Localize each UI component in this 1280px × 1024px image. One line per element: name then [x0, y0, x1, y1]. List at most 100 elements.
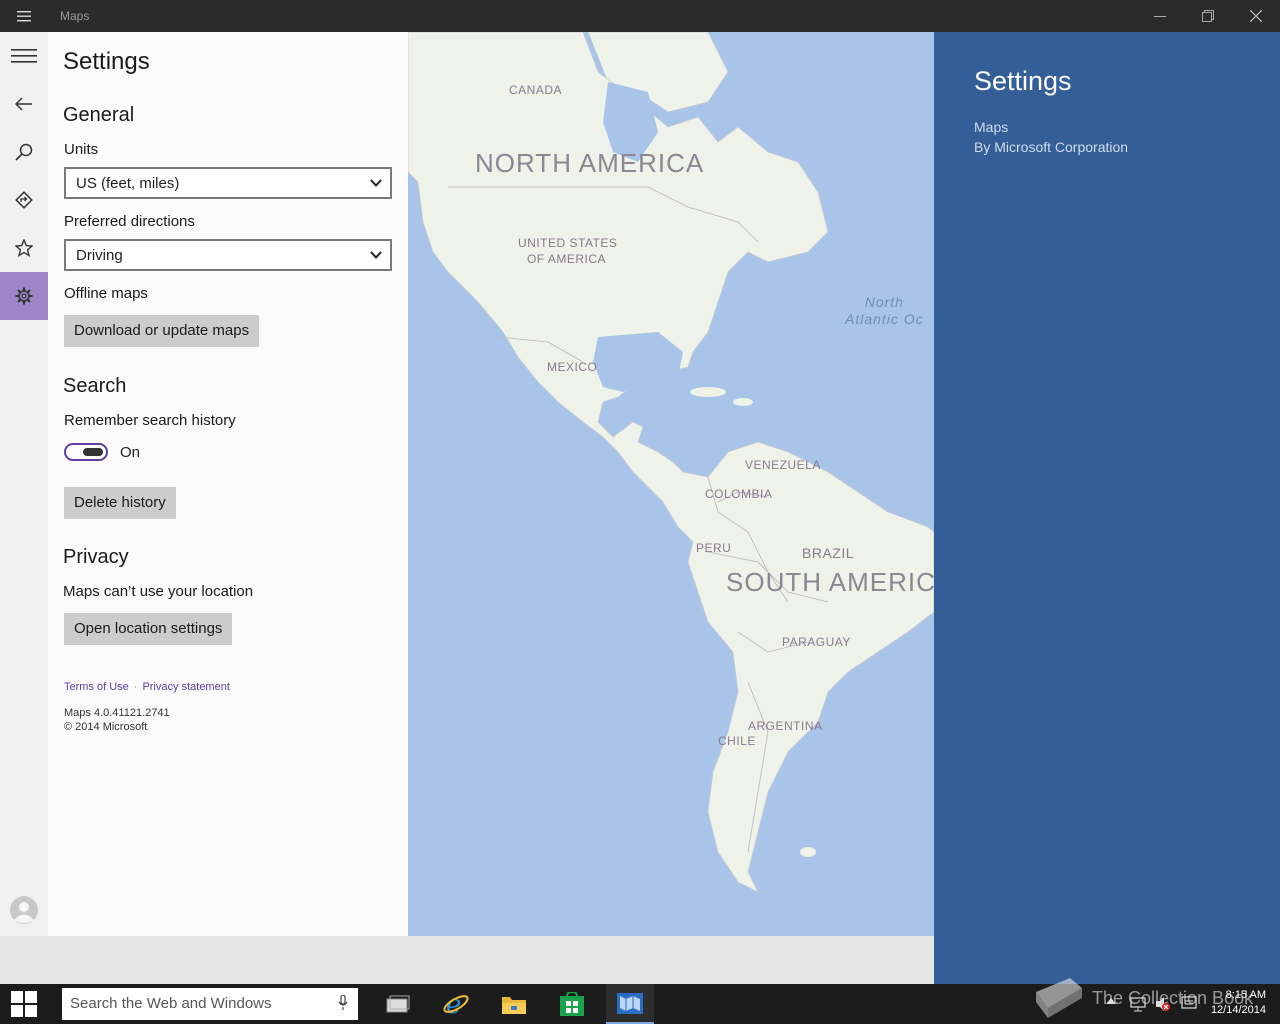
app-bottom-strip — [0, 936, 934, 984]
window-title: Maps — [60, 9, 90, 23]
units-label: Units — [64, 141, 99, 158]
minimize-button[interactable] — [1136, 0, 1184, 32]
copyright-text: © 2014 Microsoft — [64, 721, 148, 733]
terms-of-use-link[interactable]: Terms of Use — [64, 681, 129, 693]
taskbar-ie-button[interactable]: e — [432, 984, 480, 1024]
map-label-brazil: BRAZIL — [802, 545, 855, 561]
version-info: Maps 4.0.41121.2741 © 2014 Microsoft — [64, 706, 170, 734]
nav-rail — [0, 32, 48, 936]
location-status-text: Maps can’t use your location — [63, 583, 254, 600]
privacy-heading: Privacy — [63, 546, 129, 568]
avatar-icon — [10, 896, 38, 924]
taskbar-clock[interactable]: 8:15 AM 12/14/2014 — [1211, 988, 1266, 1018]
search-heading: Search — [63, 375, 127, 397]
clock-date: 12/14/2014 — [1210, 1004, 1266, 1016]
search-placeholder: Search the Web and Windows — [70, 995, 272, 1012]
taskbar: Search the Web and Windows e The Collect… — [0, 978, 1280, 1024]
taskbar-maps-button[interactable] — [606, 984, 654, 1024]
chevron-down-icon — [370, 251, 382, 259]
map-label-usa-line1: UNITED STATES — [518, 236, 618, 250]
map-label-usa-line2: OF AMERICA — [527, 252, 607, 266]
map-label-canada: CANADA — [509, 83, 563, 97]
footer-links: Terms of Use · Privacy statement — [64, 681, 230, 693]
volume-muted-icon[interactable] — [1155, 996, 1171, 1012]
task-view-icon — [386, 995, 410, 1013]
settings-panel: Settings General Units US (feet, miles) … — [48, 32, 408, 936]
version-text: Maps 4.0.41121.2741 — [64, 707, 170, 719]
page-title: Settings — [63, 48, 150, 75]
search-icon — [15, 143, 33, 161]
map-label-ocean: North Atlantic Oc — [845, 294, 924, 328]
restore-button[interactable] — [1184, 0, 1232, 32]
map-label-ocean-line1: North — [864, 294, 904, 310]
action-center-icon[interactable] — [1181, 996, 1197, 1010]
nav-settings-button[interactable] — [0, 272, 48, 320]
folder-icon — [502, 997, 526, 1014]
directions-icon — [15, 191, 33, 209]
windows-logo-icon — [11, 991, 37, 1017]
nav-search-button[interactable] — [0, 128, 48, 176]
close-icon — [1250, 10, 1262, 22]
restore-icon — [1202, 10, 1214, 22]
toggle-knob — [83, 448, 103, 456]
nav-menu-button[interactable] — [0, 32, 48, 80]
map-label-paraguay: PARAGUAY — [782, 635, 851, 649]
map-label-ocean-line2: Atlantic Oc — [845, 311, 924, 327]
network-icon[interactable] — [1130, 996, 1146, 1012]
nav-account-button[interactable] — [0, 886, 48, 934]
search-history-label: Remember search history — [64, 412, 236, 429]
directions-label: Preferred directions — [64, 213, 195, 230]
map-label-chile: CHILE — [718, 734, 756, 748]
toggle-state-label: On — [120, 444, 141, 461]
link-separator: · — [133, 681, 138, 693]
map-view[interactable]: CANADA NORTH AMERICA UNITED STATES OF AM… — [408, 32, 934, 936]
store-icon — [560, 992, 584, 1016]
internet-explorer-icon: e — [443, 991, 469, 1017]
charm-title: Settings — [974, 66, 1072, 96]
taskbar-search-box[interactable]: Search the Web and Windows — [62, 988, 358, 1020]
map-label-mexico: MEXICO — [547, 360, 598, 374]
hamburger-icon — [17, 11, 31, 22]
chevron-down-icon — [370, 179, 382, 187]
watermark-book-icon — [1036, 978, 1082, 1018]
microphone-icon[interactable] — [338, 995, 348, 1011]
delete-history-button[interactable]: Delete history — [64, 487, 176, 519]
show-hidden-icons-icon[interactable] — [1106, 996, 1116, 1006]
map-label-peru: PERU — [696, 541, 732, 555]
close-button[interactable] — [1232, 0, 1280, 32]
app-menu-button[interactable] — [0, 0, 48, 32]
start-button[interactable] — [0, 984, 48, 1024]
privacy-statement-link[interactable]: Privacy statement — [142, 681, 229, 693]
taskbar-store-button[interactable] — [548, 984, 596, 1024]
directions-dropdown[interactable]: Driving — [64, 239, 392, 271]
map-label-argentina: ARGENTINA — [748, 719, 823, 733]
charm-publisher: By Microsoft Corporation — [974, 139, 1129, 155]
nav-directions-button[interactable] — [0, 176, 48, 224]
map-label-colombia: COLOMBIA — [705, 487, 773, 501]
gear-icon — [15, 287, 33, 305]
map-label-north-america: NORTH AMERICA — [475, 148, 705, 178]
hamburger-icon — [11, 49, 37, 63]
minimize-icon — [1154, 16, 1166, 17]
download-maps-button[interactable]: Download or update maps — [64, 315, 260, 347]
map-label-south-america: SOUTH AMERICA — [726, 567, 934, 597]
star-icon — [15, 239, 33, 257]
search-history-toggle[interactable] — [64, 443, 108, 461]
units-dropdown-value: US (feet, miles) — [76, 175, 180, 192]
map-label-venezuela: VENEZUELA — [745, 458, 821, 472]
nav-favorites-button[interactable] — [0, 224, 48, 272]
open-location-settings-button[interactable]: Open location settings — [64, 613, 233, 645]
charm-app-name: Maps — [974, 119, 1009, 135]
title-bar: Maps — [0, 0, 1280, 32]
maps-app-icon — [617, 993, 643, 1014]
offline-maps-label: Offline maps — [64, 285, 148, 302]
taskbar-file-explorer-button[interactable] — [490, 984, 538, 1024]
directions-dropdown-value: Driving — [76, 247, 123, 264]
clock-time: 8:15 AM — [1225, 989, 1266, 1001]
general-heading: General — [63, 104, 135, 126]
charm-settings-pane: Settings Maps By Microsoft Corporation — [934, 32, 1280, 984]
task-view-button[interactable] — [374, 984, 422, 1024]
nav-back-button[interactable] — [0, 80, 48, 128]
back-arrow-icon — [15, 97, 32, 111]
units-dropdown[interactable]: US (feet, miles) — [64, 167, 392, 199]
